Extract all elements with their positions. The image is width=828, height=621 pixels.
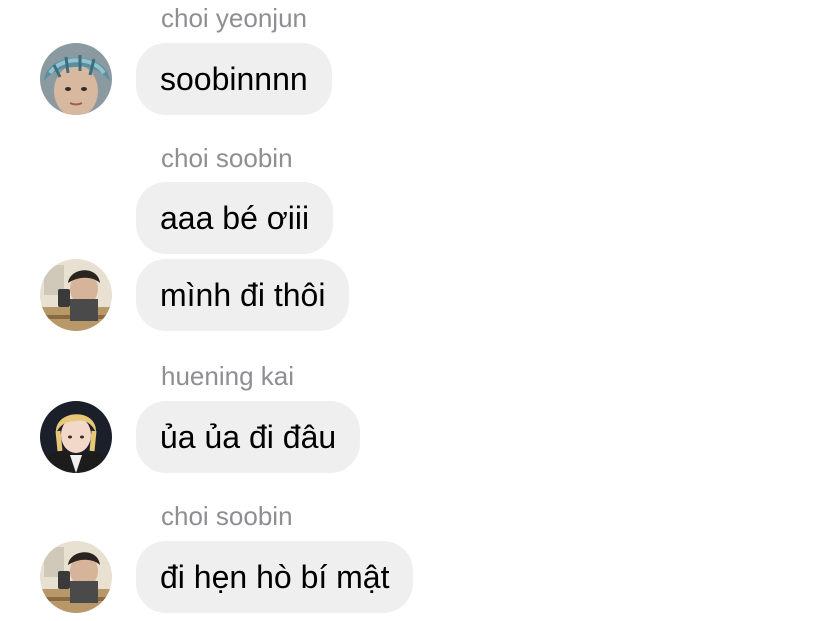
avatar-dark-hair-icon	[40, 541, 112, 613]
avatar[interactable]	[40, 541, 112, 613]
avatar-blue-hair-icon	[40, 43, 112, 115]
message-bubble[interactable]: đi hẹn hò bí mật	[136, 541, 414, 613]
message-bubble[interactable]: aaa bé ơiii	[136, 182, 334, 254]
message-bubble[interactable]: ủa ủa đi đâu	[136, 401, 361, 473]
sender-name: choi yeonjun	[161, 3, 307, 33]
message-bubble[interactable]: mình đi thôi	[136, 259, 350, 331]
chat-thread: choi yeonjun soobinnnn choi soobin aaa b…	[0, 0, 828, 621]
avatar[interactable]	[40, 401, 112, 473]
avatar-dark-hair-icon	[40, 259, 112, 331]
avatar[interactable]	[40, 43, 112, 115]
message-bubble[interactable]: soobinnnn	[136, 43, 332, 115]
sender-name: choi soobin	[161, 143, 293, 173]
sender-name: huening kai	[161, 361, 294, 391]
sender-name: choi soobin	[161, 501, 293, 531]
avatar[interactable]	[40, 259, 112, 331]
avatar-blonde-hair-icon	[40, 401, 112, 473]
